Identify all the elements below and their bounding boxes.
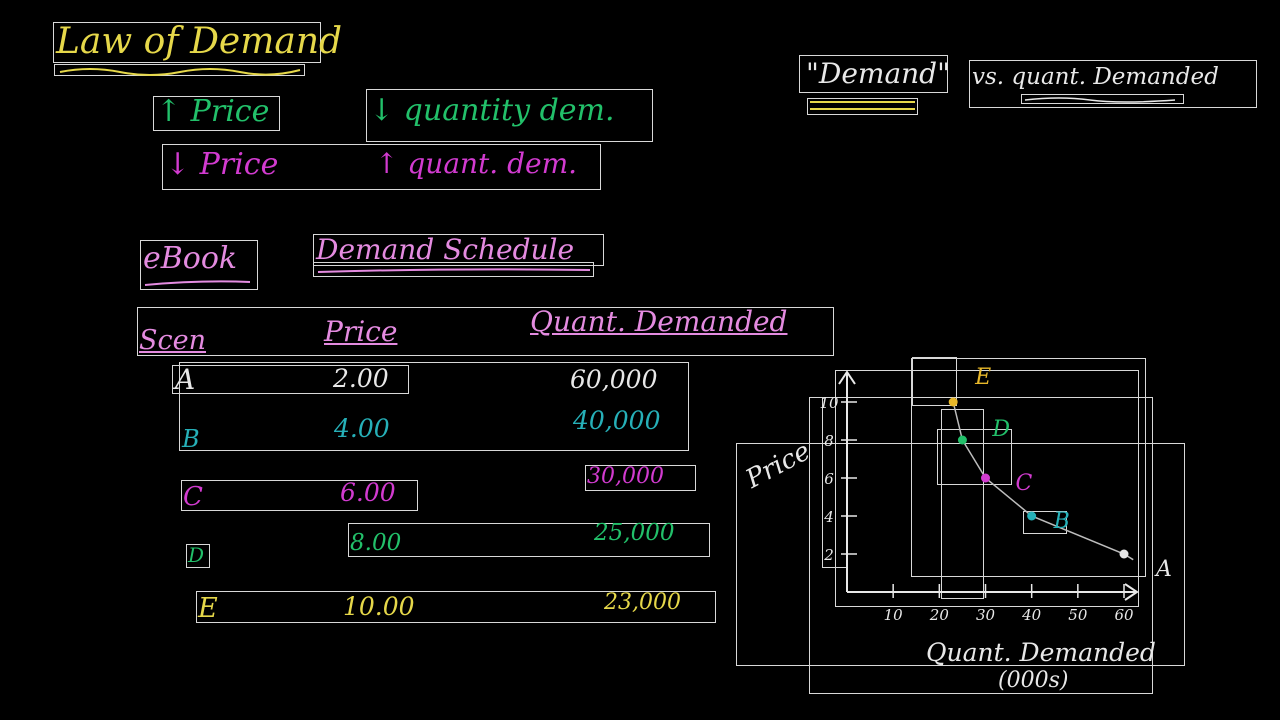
y-tick-label: 4 — [823, 508, 834, 526]
x-tick-label: 40 — [1021, 606, 1042, 624]
y-tick-label: 10 — [819, 394, 839, 412]
y-tick-label: 6 — [824, 470, 834, 488]
x-tick-label: 50 — [1068, 606, 1088, 624]
point-label-c: C — [1016, 471, 1033, 496]
y-tick-label: 2 — [823, 546, 834, 564]
data-point-a — [1119, 549, 1129, 559]
point-label-d: D — [991, 417, 1010, 442]
x-tick-label: 60 — [1114, 606, 1134, 624]
data-point-d — [957, 435, 967, 445]
data-point-b — [1027, 511, 1037, 521]
demand-curve-line — [952, 401, 1134, 561]
x-axis-label: Quant. Demanded — [926, 638, 1156, 667]
x-tick-label: 30 — [976, 606, 996, 624]
x-tick-label: 20 — [929, 606, 950, 624]
data-point-c — [981, 473, 990, 483]
demand-curve-chart: 10 20 30 40 50 60 2 4 6 8 10 A BC D E — [819, 365, 1172, 624]
point-label-a: A — [1154, 557, 1172, 582]
x-tick-label: 10 — [884, 606, 904, 624]
data-point-e — [948, 397, 958, 407]
point-label-b: B — [1053, 509, 1070, 534]
point-label-e: E — [974, 365, 991, 390]
x-axis-unit: (000s) — [998, 668, 1069, 693]
y-tick-label: 8 — [824, 432, 834, 450]
